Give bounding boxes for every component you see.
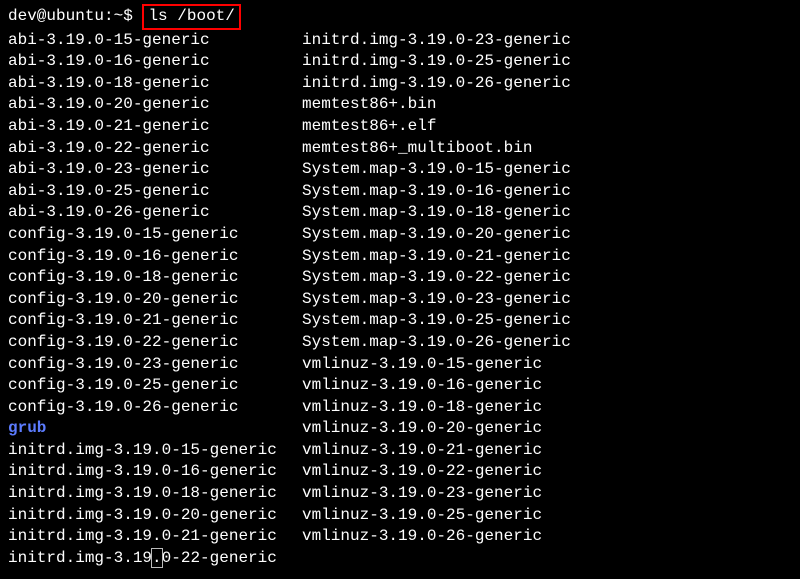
command-text: ls /boot/ — [148, 7, 234, 25]
file-entry: vmlinuz-3.19.0-22-generic — [302, 461, 588, 483]
file-entry: System.map-3.19.0-16-generic — [302, 181, 588, 203]
file-entry: memtest86+.bin — [302, 94, 588, 116]
file-entry: vmlinuz-3.19.0-26-generic — [302, 526, 588, 548]
file-entry: initrd.img-3.19.0-21-generic — [8, 526, 298, 548]
file-entry: System.map-3.19.0-26-generic — [302, 332, 588, 354]
file-entry: abi-3.19.0-16-generic — [8, 51, 298, 73]
file-entry: vmlinuz-3.19.0-20-generic — [302, 418, 588, 440]
file-entry: initrd.img-3.19.0-22-generic — [8, 548, 298, 570]
file-entry: initrd.img-3.19.0-23-generic — [302, 30, 588, 52]
file-entry: vmlinuz-3.19.0-16-generic — [302, 375, 588, 397]
file-entry: System.map-3.19.0-23-generic — [302, 289, 588, 311]
file-entry: abi-3.19.0-25-generic — [8, 181, 298, 203]
file-entry: vmlinuz-3.19.0-15-generic — [302, 354, 588, 376]
file-entry: abi-3.19.0-23-generic — [8, 159, 298, 181]
file-entry: config-3.19.0-25-generic — [8, 375, 298, 397]
file-entry: config-3.19.0-20-generic — [8, 289, 298, 311]
file-entry: initrd.img-3.19.0-15-generic — [8, 440, 298, 462]
file-entry: System.map-3.19.0-15-generic — [302, 159, 588, 181]
file-entry: System.map-3.19.0-18-generic — [302, 202, 588, 224]
file-entry: abi-3.19.0-22-generic — [8, 138, 298, 160]
file-entry: abi-3.19.0-20-generic — [8, 94, 298, 116]
file-entry: abi-3.19.0-15-generic — [8, 30, 298, 52]
file-entry: config-3.19.0-23-generic — [8, 354, 298, 376]
file-entry: memtest86+_multiboot.bin — [302, 138, 588, 160]
terminal-cursor: . — [152, 549, 162, 567]
file-entry: config-3.19.0-26-generic — [8, 397, 298, 419]
file-entry: config-3.19.0-15-generic — [8, 224, 298, 246]
file-entry: initrd.img-3.19.0-26-generic — [302, 73, 588, 95]
file-entry: initrd.img-3.19.0-20-generic — [8, 505, 298, 527]
file-entry: abi-3.19.0-26-generic — [8, 202, 298, 224]
file-entry: config-3.19.0-21-generic — [8, 310, 298, 332]
file-entry: config-3.19.0-16-generic — [8, 246, 298, 268]
file-entry: System.map-3.19.0-21-generic — [302, 246, 588, 268]
file-entry: initrd.img-3.19.0-18-generic — [8, 483, 298, 505]
file-entry: vmlinuz-3.19.0-23-generic — [302, 483, 588, 505]
file-entry: abi-3.19.0-21-generic — [8, 116, 298, 138]
file-entry: initrd.img-3.19.0-25-generic — [302, 51, 588, 73]
file-entry: System.map-3.19.0-22-generic — [302, 267, 588, 289]
file-entry: initrd.img-3.19.0-16-generic — [8, 461, 298, 483]
file-entry: vmlinuz-3.19.0-25-generic — [302, 505, 588, 527]
file-entry: grub — [8, 418, 298, 440]
file-entry: config-3.19.0-18-generic — [8, 267, 298, 289]
ls-output: abi-3.19.0-15-genericabi-3.19.0-16-gener… — [8, 30, 792, 570]
output-column-2: initrd.img-3.19.0-23-genericinitrd.img-3… — [298, 30, 588, 570]
file-entry: abi-3.19.0-18-generic — [8, 73, 298, 95]
prompt-user-host: dev@ubuntu:~$ — [8, 7, 133, 25]
file-entry: System.map-3.19.0-20-generic — [302, 224, 588, 246]
prompt-line[interactable]: dev@ubuntu:~$ ls /boot/ — [8, 4, 792, 30]
file-entry: vmlinuz-3.19.0-18-generic — [302, 397, 588, 419]
output-column-1: abi-3.19.0-15-genericabi-3.19.0-16-gener… — [8, 30, 298, 570]
file-entry: System.map-3.19.0-25-generic — [302, 310, 588, 332]
file-entry: config-3.19.0-22-generic — [8, 332, 298, 354]
command-highlight-box: ls /boot/ — [142, 4, 240, 30]
file-entry: vmlinuz-3.19.0-21-generic — [302, 440, 588, 462]
file-entry: memtest86+.elf — [302, 116, 588, 138]
